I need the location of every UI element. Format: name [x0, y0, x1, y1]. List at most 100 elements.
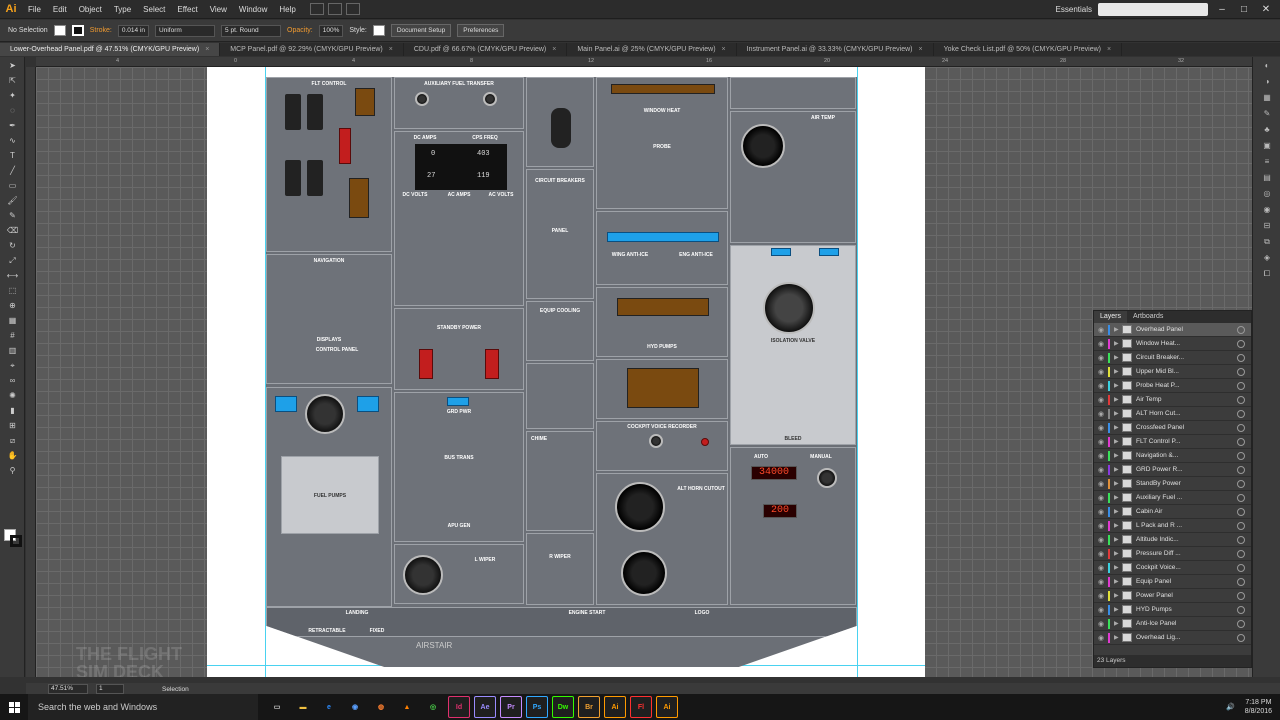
horizontal-ruler[interactable]: 4 0 4 8 12 16 20 24 28 32 — [36, 57, 1252, 67]
close-tab-icon[interactable]: × — [205, 46, 209, 53]
chrome-icon[interactable]: ◎ — [422, 696, 444, 718]
type-tool-icon[interactable]: T — [4, 149, 21, 162]
zoom-tool-icon[interactable]: ⚲ — [4, 464, 21, 477]
layer-target-icon[interactable] — [1237, 507, 1245, 516]
volume-icon[interactable]: 🔊 — [1226, 703, 1235, 711]
swatches-icon[interactable]: ▦ — [1258, 93, 1276, 105]
layer-target-icon[interactable] — [1237, 325, 1245, 334]
windows-start-button[interactable] — [0, 694, 28, 720]
taskbar-app-ae-icon[interactable]: Ae — [474, 696, 496, 718]
layer-target-icon[interactable] — [1237, 451, 1245, 460]
zoom-field[interactable]: 47.51% — [48, 684, 88, 694]
taskbar-app-fl-icon[interactable]: Fl — [630, 696, 652, 718]
rotate-tool-icon[interactable]: ↻ — [4, 239, 21, 252]
appearance-icon[interactable]: ◉ — [1258, 205, 1276, 217]
taskbar-app-ai-icon[interactable]: Ai — [656, 696, 678, 718]
layer-row[interactable]: ◉ ▶ Auxiliary Fuel ... — [1094, 491, 1251, 505]
expand-triangle-icon[interactable]: ▶ — [1114, 578, 1122, 585]
layer-target-icon[interactable] — [1237, 437, 1245, 446]
close-tab-icon[interactable]: × — [389, 46, 393, 53]
visibility-eye-icon[interactable]: ◉ — [1094, 424, 1108, 432]
manual-knob[interactable] — [817, 468, 837, 488]
visibility-eye-icon[interactable]: ◉ — [1094, 564, 1108, 572]
expand-triangle-icon[interactable]: ▶ — [1114, 368, 1122, 375]
canvas-pasteboard[interactable]: THE FLIGHT SIM DECK FLT CONTROL NAVIGATIO… — [36, 67, 1252, 677]
eraser-tool-icon[interactable]: ⌫ — [4, 224, 21, 237]
expand-triangle-icon[interactable]: ▶ — [1114, 424, 1122, 431]
close-tab-icon[interactable]: × — [552, 46, 556, 53]
layer-row[interactable]: ◉ ▶ Navigation &... — [1094, 449, 1251, 463]
column-graph-tool-icon[interactable]: ▮ — [4, 404, 21, 417]
erase-button[interactable] — [701, 438, 709, 446]
preferences-button[interactable]: Preferences — [457, 24, 505, 37]
gradient-panel-icon[interactable]: ▤ — [1258, 173, 1276, 185]
layer-row[interactable]: ◉ ▶ Cabin Air — [1094, 505, 1251, 519]
width-tool-icon[interactable]: ⟷ — [4, 269, 21, 282]
rectangle-tool-icon[interactable]: ▭ — [4, 179, 21, 192]
layer-row[interactable]: ◉ ▶ L Pack and R ... — [1094, 519, 1251, 533]
aux-fuel-knob[interactable] — [415, 92, 429, 106]
taskbar-app-id-icon[interactable]: Id — [448, 696, 470, 718]
expand-triangle-icon[interactable]: ▶ — [1114, 410, 1122, 417]
guard-switch[interactable] — [285, 94, 301, 130]
menu-item-object[interactable]: Object — [73, 0, 108, 19]
layer-target-icon[interactable] — [1237, 493, 1245, 502]
free-transform-icon[interactable]: ⬚ — [4, 284, 21, 297]
vlc-icon[interactable]: ▲ — [396, 696, 418, 718]
red-guard[interactable] — [419, 349, 433, 379]
layer-target-icon[interactable] — [1237, 395, 1245, 404]
workspace-switcher[interactable]: Essentials — [1056, 5, 1092, 14]
layer-row[interactable]: ◉ ▶ Circuit Breaker... — [1094, 351, 1251, 365]
gradient-tool-icon[interactable]: ▥ — [4, 344, 21, 357]
tab-artboards[interactable]: Artboards — [1127, 311, 1169, 323]
firefox-icon[interactable]: ◍ — [370, 696, 392, 718]
visibility-eye-icon[interactable]: ◉ — [1094, 340, 1108, 348]
brushes-icon[interactable]: ✎ — [1258, 109, 1276, 121]
layer-target-icon[interactable] — [1237, 465, 1245, 474]
pencil-tool-icon[interactable]: ✎ — [4, 209, 21, 222]
layer-row[interactable]: ◉ ▶ Cockpit Voice... — [1094, 561, 1251, 575]
perspective-grid-icon[interactable]: ▦ — [4, 314, 21, 327]
visibility-eye-icon[interactable]: ◉ — [1094, 550, 1108, 558]
expand-triangle-icon[interactable]: ▶ — [1114, 354, 1122, 361]
layer-target-icon[interactable] — [1237, 619, 1245, 628]
document-tab[interactable]: Lower-Overhead Panel.pdf @ 47.51% (CMYK/… — [0, 43, 221, 56]
magic-wand-icon[interactable]: ✦ — [4, 89, 21, 102]
slice-tool-icon[interactable]: ⧄ — [4, 434, 21, 447]
guard-switch[interactable] — [307, 160, 323, 196]
expand-triangle-icon[interactable]: ▶ — [1114, 550, 1122, 557]
layer-target-icon[interactable] — [1237, 549, 1245, 558]
hand-tool-icon[interactable]: ✋ — [4, 449, 21, 462]
bridge-icon[interactable] — [309, 3, 324, 15]
expand-triangle-icon[interactable]: ▶ — [1114, 466, 1122, 473]
close-tab-icon[interactable]: × — [722, 46, 726, 53]
overhead-panel-artwork[interactable]: FLT CONTROL NAVIGATION DISPLAYS CONTROL … — [266, 77, 857, 667]
layer-target-icon[interactable] — [1237, 367, 1245, 376]
expand-triangle-icon[interactable]: ▶ — [1114, 382, 1122, 389]
document-tab[interactable]: Yoke Check List.pdf @ 50% (CMYK/GPU Prev… — [934, 43, 1123, 56]
close-tab-icon[interactable]: × — [1107, 46, 1111, 53]
symbol-sprayer-icon[interactable]: ✺ — [4, 389, 21, 402]
pathfinder-icon[interactable]: ⧉ — [1258, 237, 1276, 249]
red-guard[interactable] — [339, 128, 351, 164]
color-panel-icon[interactable]: ◐ — [1258, 61, 1276, 73]
expand-triangle-icon[interactable]: ▶ — [1114, 340, 1122, 347]
layer-target-icon[interactable] — [1237, 409, 1245, 418]
layer-row[interactable]: ◉ ▶ Crossfeed Panel — [1094, 421, 1251, 435]
layer-row[interactable]: ◉ ▶ Power Panel — [1094, 589, 1251, 603]
close-tab-icon[interactable]: × — [918, 46, 922, 53]
cvr-knob[interactable] — [649, 434, 663, 448]
layer-row[interactable]: ◉ ▶ Overhead Lig... — [1094, 631, 1251, 645]
opacity-label[interactable]: Opacity: — [287, 27, 313, 34]
brush-definition[interactable]: 5 pt. Round — [221, 24, 282, 37]
visibility-eye-icon[interactable]: ◉ — [1094, 536, 1108, 544]
menu-item-type[interactable]: Type — [108, 0, 137, 19]
task-view-icon[interactable]: ▭ — [266, 696, 288, 718]
expand-triangle-icon[interactable]: ▶ — [1114, 396, 1122, 403]
expand-triangle-icon[interactable]: ▶ — [1114, 620, 1122, 627]
paintbrush-tool-icon[interactable]: 🖌 — [4, 194, 21, 207]
layer-row[interactable]: ◉ ▶ Pressure Diff ... — [1094, 547, 1251, 561]
document-tab[interactable]: Main Panel.ai @ 25% (CMYK/GPU Preview) × — [567, 43, 737, 56]
shape-builder-icon[interactable]: ⊕ — [4, 299, 21, 312]
taskbar-app-ai-icon[interactable]: Ai — [604, 696, 626, 718]
